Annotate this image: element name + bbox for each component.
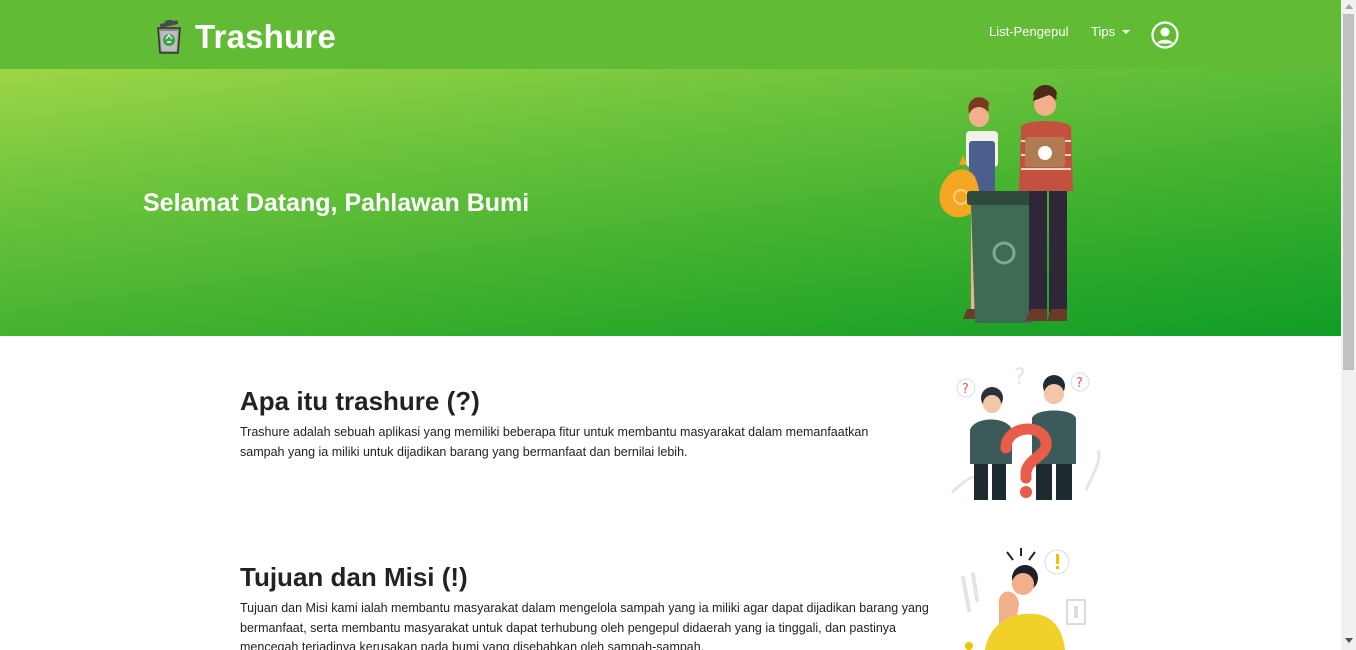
questioning-people-illustration: ? ? ? [951, 365, 1101, 500]
svg-text:?: ? [1014, 365, 1026, 390]
recycle-bin-icon [157, 20, 181, 54]
page: Trashure List-Pengepul Tips Selamat Data… [0, 0, 1341, 650]
scrollbar-thumb[interactable] [1343, 14, 1354, 370]
section-title-about: Apa itu trashure (?) [240, 386, 480, 416]
vertical-scrollbar[interactable] [1341, 0, 1356, 650]
people-recycling-illustration [939, 84, 1073, 323]
navbar: Trashure List-Pengepul Tips [0, 0, 1341, 69]
brand-name: Trashure [195, 18, 336, 55]
scroll-down-arrow-icon[interactable] [1345, 638, 1353, 643]
thinking-person-illustration [961, 548, 1086, 650]
user-circle-icon[interactable] [1151, 21, 1179, 49]
caret-down-icon [1122, 29, 1131, 34]
scroll-up-arrow-icon[interactable] [1345, 4, 1353, 9]
hero-title: Selamat Datang, Pahlawan Bumi [143, 189, 530, 217]
section-title-mission: Tujuan dan Misi (!) [240, 562, 468, 592]
section-text-mission: Tujuan dan Misi kami ialah membantu masy… [240, 601, 929, 650]
nav-list-pengepul[interactable]: List-Pengepul [989, 24, 1069, 39]
section-text-about: Trashure adalah sebuah aplikasi yang mem… [240, 425, 869, 459]
hero-banner: Selamat Datang, Pahlawan Bumi [0, 69, 1341, 336]
svg-text:?: ? [1076, 376, 1083, 391]
nav-tips-dropdown[interactable]: Tips [1091, 24, 1131, 39]
nav-tips-label: Tips [1091, 24, 1116, 39]
svg-text:?: ? [962, 382, 969, 397]
brand-link[interactable]: Trashure [155, 18, 336, 56]
